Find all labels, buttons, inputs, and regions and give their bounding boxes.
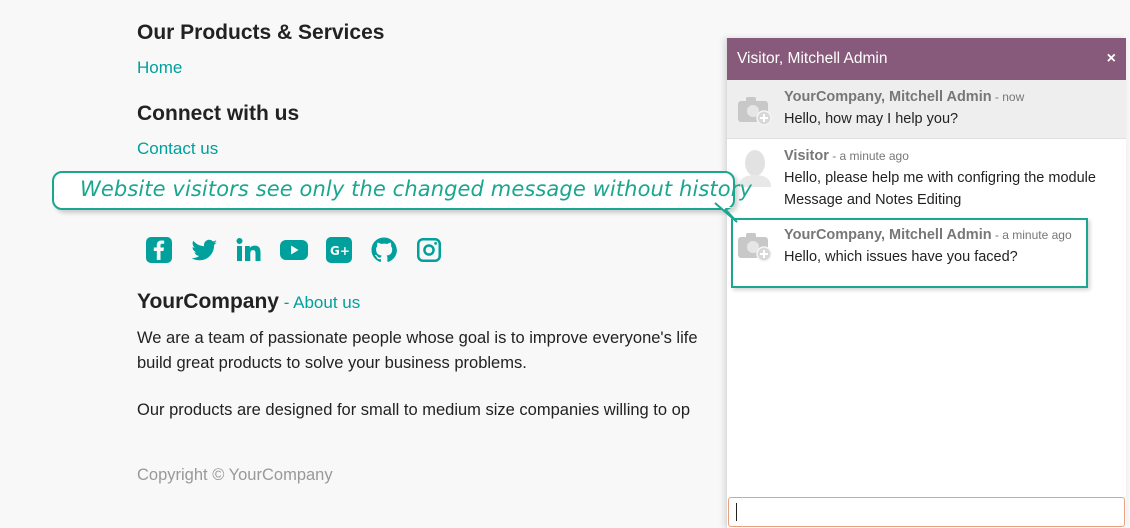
- chat-message-input[interactable]: [728, 497, 1125, 527]
- about-text-line-3: Our products are designed for small to m…: [137, 401, 691, 419]
- chat-header[interactable]: Visitor, Mitchell Admin ×: [727, 38, 1126, 80]
- twitter-icon[interactable]: [188, 234, 220, 266]
- callout-pointer: [697, 202, 738, 223]
- github-icon[interactable]: [368, 234, 400, 266]
- callout-text: Website visitors see only the changed me…: [80, 177, 752, 201]
- message-text: Hello, how may I help you?: [784, 111, 959, 127]
- livechat-window: Visitor, Mitchell Admin × YourCompany, M…: [726, 38, 1126, 528]
- google-plus-icon[interactable]: G+: [323, 234, 355, 266]
- message-author: Visitor: [784, 148, 829, 164]
- copyright: Copyright © YourCompany: [137, 466, 333, 484]
- chat-title: Visitor, Mitchell Admin: [737, 50, 888, 67]
- message-time: - a minute ago: [991, 228, 1072, 242]
- company-separator: -: [278, 293, 294, 312]
- message-author: YourCompany, Mitchell Admin: [784, 227, 992, 243]
- message-text-line-1: Hello, please help me with configring th…: [784, 170, 1096, 186]
- about-text-line-1: We are a team of passionate people whose…: [137, 329, 698, 347]
- facebook-icon[interactable]: [143, 234, 175, 266]
- message-text: Hello, which issues have you faced?: [784, 249, 1018, 265]
- message-author: YourCompany, Mitchell Admin: [784, 89, 992, 105]
- about-link[interactable]: About us: [293, 293, 360, 312]
- linkedin-icon[interactable]: [233, 234, 265, 266]
- company-line: YourCompany - About us: [137, 290, 360, 314]
- message-time: - now: [991, 90, 1025, 104]
- company-name: YourCompany: [137, 290, 279, 313]
- text-caret: [736, 503, 737, 521]
- chat-message: YourCompany, Mitchell Admin - now Hello,…: [727, 80, 1126, 139]
- social-links: G+: [143, 234, 445, 266]
- instagram-icon[interactable]: [413, 234, 445, 266]
- products-heading: Our Products & Services: [137, 21, 385, 44]
- message-text-line-2: Message and Notes Editing: [784, 192, 962, 208]
- camera-avatar-icon: [738, 233, 772, 262]
- camera-avatar-icon: [738, 97, 772, 126]
- annotation-callout: Website visitors see only the changed me…: [52, 171, 752, 210]
- connect-heading: Connect with us: [137, 102, 300, 125]
- chat-message: Visitor - a minute ago Hello, please hel…: [727, 139, 1126, 217]
- chat-message-highlighted: YourCompany, Mitchell Admin - a minute a…: [731, 218, 1088, 288]
- home-link[interactable]: Home: [137, 58, 182, 78]
- about-text-line-2: build great products to solve your busin…: [137, 354, 527, 372]
- youtube-icon[interactable]: [278, 234, 310, 266]
- message-time: - a minute ago: [828, 149, 909, 163]
- svg-text:G+: G+: [330, 244, 350, 258]
- contact-link[interactable]: Contact us: [137, 139, 218, 159]
- close-icon[interactable]: ×: [1107, 50, 1116, 68]
